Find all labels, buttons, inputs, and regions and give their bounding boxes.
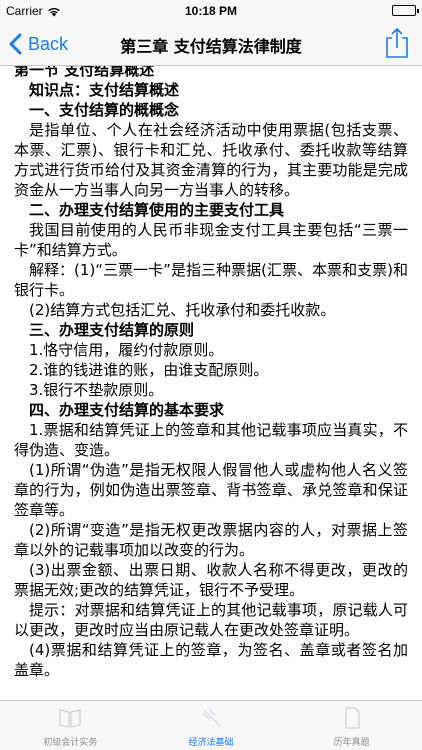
status-time: 10:18 PM: [184, 4, 238, 18]
paragraph: (2)结算方式包括汇兑、托收承付和委托收款。: [29, 301, 336, 319]
section-heading: 第一节 支付结算概述: [14, 66, 155, 79]
paragraph: (3)出票金额、出票日期、收款人名称不得更改，更改的票据无效;更改的结算凭证，银…: [14, 561, 408, 599]
paragraph: 提示：对票据和结算凭证上的其他记载事项，原记载人可以更改，更改时应当由原记载人在…: [14, 601, 408, 639]
share-icon[interactable]: [384, 27, 410, 59]
document-icon: [345, 707, 360, 729]
section-subheading: 四、办理支付结算的基本要求: [29, 401, 225, 419]
paragraph: (1)所谓“伪造”是指无权限人假冒他人或虚构他人名义签章的行为，例如伪造出票签章…: [14, 461, 408, 519]
status-right: [392, 5, 419, 19]
section-subheading: 一、支付结算的概概念: [29, 101, 180, 119]
paragraph: (4)票据和结算凭证上的签章，为签名、盖章或者签名加盖章。: [14, 641, 408, 679]
paragraph: (2)所谓“变造”是指无权更改票据内容的人，对票据上签章以外的记载事项加以改变的…: [14, 521, 408, 559]
battery-icon: [392, 5, 419, 16]
tab-bar: 初级会计实务 经济法基础 历年真题: [0, 700, 422, 750]
gavel-icon: [202, 708, 221, 727]
paragraph: 3.银行不垫款原则。: [29, 381, 164, 399]
navigation-bar: Back 第三章 支付结算法律制度: [0, 22, 422, 66]
status-bar: Carrier 10:18 PM: [0, 0, 422, 22]
paragraph-list: 知识点：支付结算概述 一、支付结算的概概念是指单位、个人在社会经济活动中使用票据(…: [14, 80, 408, 680]
section-subheading: 二、办理支付结算使用的主要支付工具: [29, 201, 285, 219]
paragraph: 解释：(1)“三票一卡”是指三种票据(汇票、本票和支票)和银行卡。: [14, 261, 408, 299]
paragraph: 是指单位、个人在社会经济活动中使用票据(包括支票、本票、汇票)、银行卡和汇兑、托…: [14, 121, 408, 199]
paragraph: 我国目前使用的人民币非现金支付工具主要包括“三票一卡”和结算方式。: [14, 221, 408, 259]
tab-accounting-practice[interactable]: 初级会计实务: [0, 701, 141, 750]
tab-past-exams[interactable]: 历年真题: [281, 701, 422, 750]
back-button[interactable]: Back: [8, 30, 68, 58]
page-title: 第三章 支付结算法律制度: [120, 37, 302, 56]
article-content[interactable]: 第一节 支付结算概述 知识点：支付结算概述 一、支付结算的概概念是指单位、个人在社…: [0, 66, 422, 700]
paragraph: 1.恪守信用，履约付款原则。: [29, 341, 224, 359]
section-subheading: 知识点：支付结算概述: [29, 81, 180, 99]
tab-label: 经济法基础: [188, 738, 234, 748]
tab-label: 初级会计实务: [43, 738, 98, 748]
back-label: Back: [28, 33, 69, 54]
chevron-left-icon: [9, 33, 22, 55]
tab-label: 历年真题: [333, 738, 370, 748]
tab-economic-law[interactable]: 经济法基础: [141, 701, 282, 750]
paragraph: 1.票据和结算凭证上的签章和其他记载事项应当真实，不得伪造、变造。: [14, 421, 408, 459]
book-icon: [59, 709, 81, 728]
paragraph: 2.谁的钱进谁的账，由谁支配原则。: [29, 361, 269, 379]
section-subheading: 三、办理支付结算的原则: [29, 321, 195, 339]
